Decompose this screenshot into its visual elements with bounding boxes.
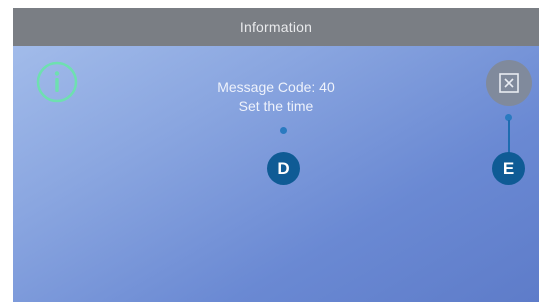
info-icon — [35, 60, 79, 104]
callout-d-badge: D — [267, 152, 300, 185]
message-block: Message Code: 40 Set the time — [176, 78, 376, 116]
information-dialog: Information Message Code: 40 Set the tim… — [13, 8, 539, 302]
callout-e-badge: E — [492, 152, 525, 185]
dialog-title: Information — [239, 19, 313, 35]
close-icon — [499, 73, 519, 93]
callout-d-dot — [280, 127, 287, 134]
title-bar: Information — [13, 8, 539, 46]
message-code: Message Code: 40 — [217, 79, 335, 95]
close-button[interactable] — [486, 60, 532, 106]
callout-e-line — [508, 120, 510, 153]
message-text: Set the time — [238, 98, 314, 114]
